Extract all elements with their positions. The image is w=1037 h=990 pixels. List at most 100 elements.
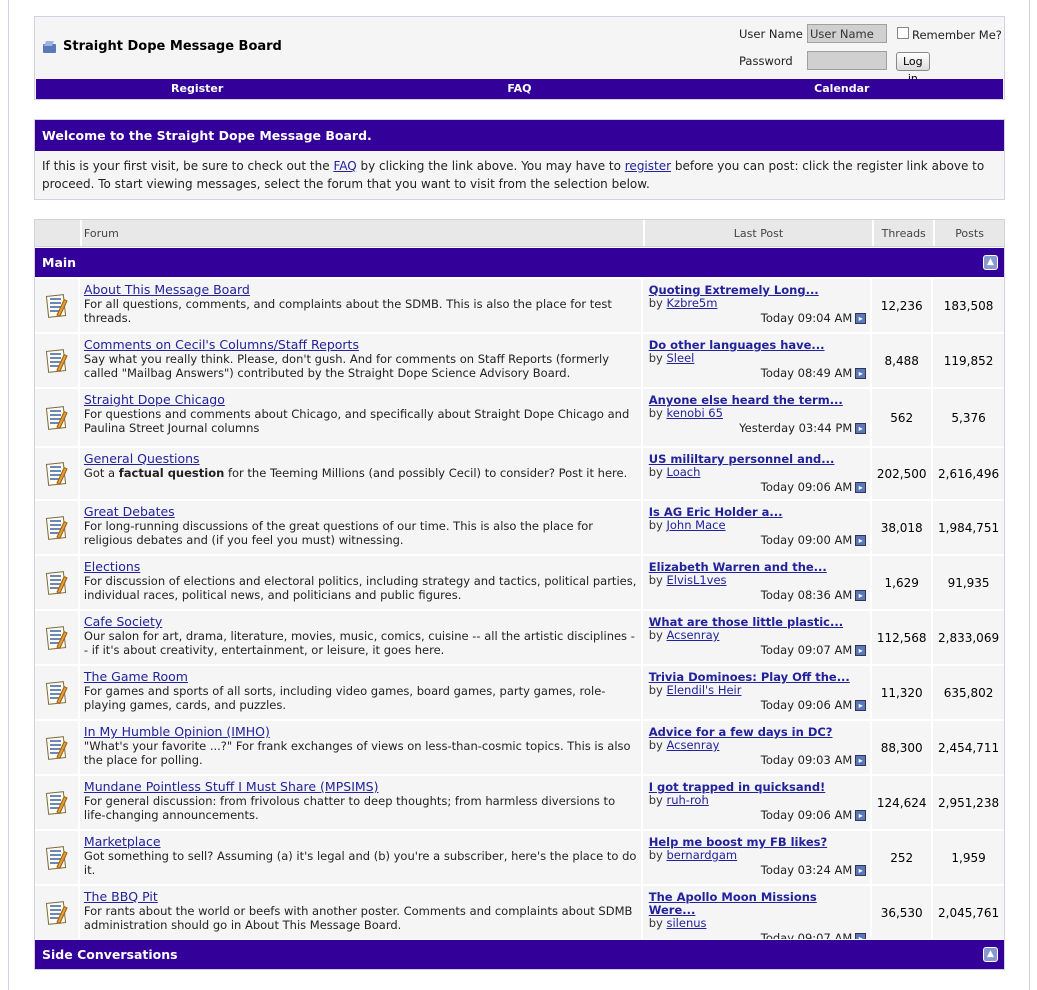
last-post-title-link[interactable]: Elizabeth Warren and the...: [649, 560, 827, 574]
posts-count: 2,616,496: [938, 466, 1000, 481]
go-to-last-post-icon[interactable]: ▸: [855, 810, 867, 821]
posts-count: 2,833,069: [938, 630, 1000, 645]
forum-cell: Cafe Society Our salon for art, drama, li…: [80, 611, 643, 664]
last-post-title-link[interactable]: US mililtary personnel and...: [649, 452, 835, 466]
go-to-last-post-icon[interactable]: ▸: [855, 368, 867, 379]
threads-count: 112,568: [872, 611, 934, 664]
last-post-title-link[interactable]: Anyone else heard the term...: [649, 393, 843, 407]
forum-title-link[interactable]: Comments on Cecil's Columns/Staff Report…: [84, 338, 359, 352]
threads-count: 36,530: [872, 886, 934, 939]
forum-cell: About This Message Board For all question…: [80, 279, 643, 332]
go-to-last-post-icon[interactable]: ▸: [855, 700, 867, 711]
forum-cell: Marketplace Got something to sell? Assumi…: [80, 831, 643, 884]
remember-checkbox[interactable]: [897, 27, 909, 39]
last-post-by: by: [648, 518, 663, 532]
last-post-cell: Trivia Dominoes: Play Off the... by Elend…: [643, 666, 873, 719]
last-post-title-link[interactable]: Quoting Extremely Long...: [649, 283, 819, 297]
forum-title-link[interactable]: Marketplace: [84, 835, 161, 849]
last-post-title-link[interactable]: What are those little plastic...: [649, 615, 843, 629]
forum-status-icon: [35, 389, 80, 446]
collapse-icon[interactable]: ▲: [983, 255, 998, 270]
go-to-last-post-icon[interactable]: ▸: [855, 482, 867, 493]
last-post-user-link[interactable]: ElvisL1ves: [667, 573, 727, 587]
forum-title-link[interactable]: In My Humble Opinion (IMHO): [84, 725, 270, 739]
last-post-title-link[interactable]: I got trapped in quicksand!: [649, 780, 826, 794]
last-post-title-link[interactable]: The Apollo Moon Missions Were...: [649, 890, 817, 917]
login-button[interactable]: Log in: [896, 52, 930, 85]
category-main[interactable]: Main ▲: [35, 247, 1004, 277]
go-to-last-post-icon[interactable]: ▸: [855, 590, 867, 601]
last-post-user-link[interactable]: silenus: [667, 916, 707, 930]
collapse-icon[interactable]: ▲: [983, 947, 998, 962]
forum-title-link[interactable]: The Game Room: [84, 670, 188, 684]
navbar: Register FAQ Calendar: [36, 79, 1003, 99]
nav-calendar[interactable]: Calendar: [681, 79, 1003, 99]
posts-count: 183,508: [943, 298, 994, 313]
last-post-time-text: Today 09:06 AM: [760, 808, 853, 822]
last-post-by: by: [648, 916, 663, 930]
threads-count: 38,018: [872, 501, 934, 554]
go-to-last-post-icon[interactable]: ▸: [855, 423, 867, 434]
last-post-user-link[interactable]: Loach: [667, 465, 701, 479]
forum-row: About This Message Board For all question…: [35, 277, 1004, 332]
forum-rows: About This Message Board For all question…: [35, 277, 1004, 945]
last-post-user-link[interactable]: bernardgam: [667, 848, 738, 862]
forum-title-link[interactable]: About This Message Board: [84, 283, 250, 297]
welcome-text: If this is your first visit, be sure to …: [35, 151, 1004, 199]
last-post-time: Today 08:49 AM ▸: [649, 367, 867, 380]
last-post-time-text: Today 09:00 AM: [760, 533, 853, 547]
welcome-text-1: If this is your first visit, be sure to …: [42, 159, 334, 173]
go-to-last-post-icon[interactable]: ▸: [855, 865, 867, 876]
last-post-by: by: [648, 848, 663, 862]
forum-title-link[interactable]: Elections: [84, 560, 140, 574]
forum-title-link[interactable]: The BBQ Pit: [84, 890, 158, 904]
go-to-last-post-icon[interactable]: ▸: [855, 645, 867, 656]
last-post-user-link[interactable]: Elendil's Heir: [667, 683, 742, 697]
last-post-user-link[interactable]: John Mace: [667, 518, 726, 532]
last-post-user-link[interactable]: kenobi 65: [667, 406, 723, 420]
last-post-time-text: Today 09:06 AM: [760, 698, 853, 712]
category-title: Side Conversations: [42, 947, 178, 962]
forum-title-link[interactable]: Straight Dope Chicago: [84, 393, 225, 407]
forum-cell: General Questions Got a factual question …: [80, 448, 643, 499]
nav-register[interactable]: Register: [36, 79, 358, 99]
last-post-user-link[interactable]: Acsenray: [667, 628, 720, 642]
last-post-user-link[interactable]: Kzbre5m: [667, 296, 718, 310]
posts-count: 635,802: [943, 685, 994, 700]
password-input[interactable]: [807, 51, 887, 70]
forum-title-link[interactable]: General Questions: [84, 452, 200, 466]
site-logo[interactable]: Straight Dope Message Board: [43, 39, 282, 54]
last-post-user-link[interactable]: Acsenray: [667, 738, 720, 752]
last-post-time: Today 09:04 AM ▸: [649, 312, 867, 325]
go-to-last-post-icon[interactable]: ▸: [855, 535, 867, 546]
last-post-time-text: Today 09:07 AM: [760, 643, 853, 657]
forum-title-link[interactable]: Mundane Pointless Stuff I Must Share (MP…: [84, 780, 379, 794]
last-post-cell: Advice for a few days in DC? by Acsenray T…: [643, 721, 873, 774]
last-post-title-link[interactable]: Trivia Dominoes: Play Off the...: [649, 670, 850, 684]
category-side-conversations[interactable]: Side Conversations ▲: [35, 939, 1004, 969]
last-post-title-link[interactable]: Help me boost my FB likes?: [649, 835, 827, 849]
last-post-time: Today 09:06 AM ▸: [649, 699, 867, 712]
forum-icon: [43, 680, 69, 706]
nav-faq[interactable]: FAQ: [358, 79, 680, 99]
faq-link[interactable]: FAQ: [333, 159, 356, 173]
last-post-by: by: [648, 573, 663, 587]
last-post-title-link[interactable]: Advice for a few days in DC?: [649, 725, 833, 739]
forum-status-icon: [35, 831, 80, 884]
forum-title-link[interactable]: Great Debates: [84, 505, 175, 519]
column-header: Forum Last Post Threads Posts: [35, 220, 1004, 247]
forum-title-link[interactable]: Cafe Society: [84, 615, 162, 629]
forum-cell: Straight Dope Chicago For questions and c…: [80, 389, 643, 446]
last-post-title-link[interactable]: Do other languages have...: [649, 338, 825, 352]
username-input[interactable]: [807, 24, 887, 43]
last-post-user-link[interactable]: ruh-roh: [667, 793, 709, 807]
go-to-last-post-icon[interactable]: ▸: [855, 755, 867, 766]
posts-count: 2,951,238: [938, 795, 1000, 810]
forum-row: Straight Dope Chicago For questions and c…: [35, 387, 1004, 446]
forum-cell: Elections For discussion of elections and…: [80, 556, 643, 609]
register-link[interactable]: register: [625, 159, 671, 173]
go-to-last-post-icon[interactable]: ▸: [855, 313, 867, 324]
last-post-title-link[interactable]: Is AG Eric Holder a...: [649, 505, 783, 519]
last-post-time: Today 09:03 AM ▸: [649, 754, 867, 767]
last-post-user-link[interactable]: Sleel: [667, 351, 695, 365]
